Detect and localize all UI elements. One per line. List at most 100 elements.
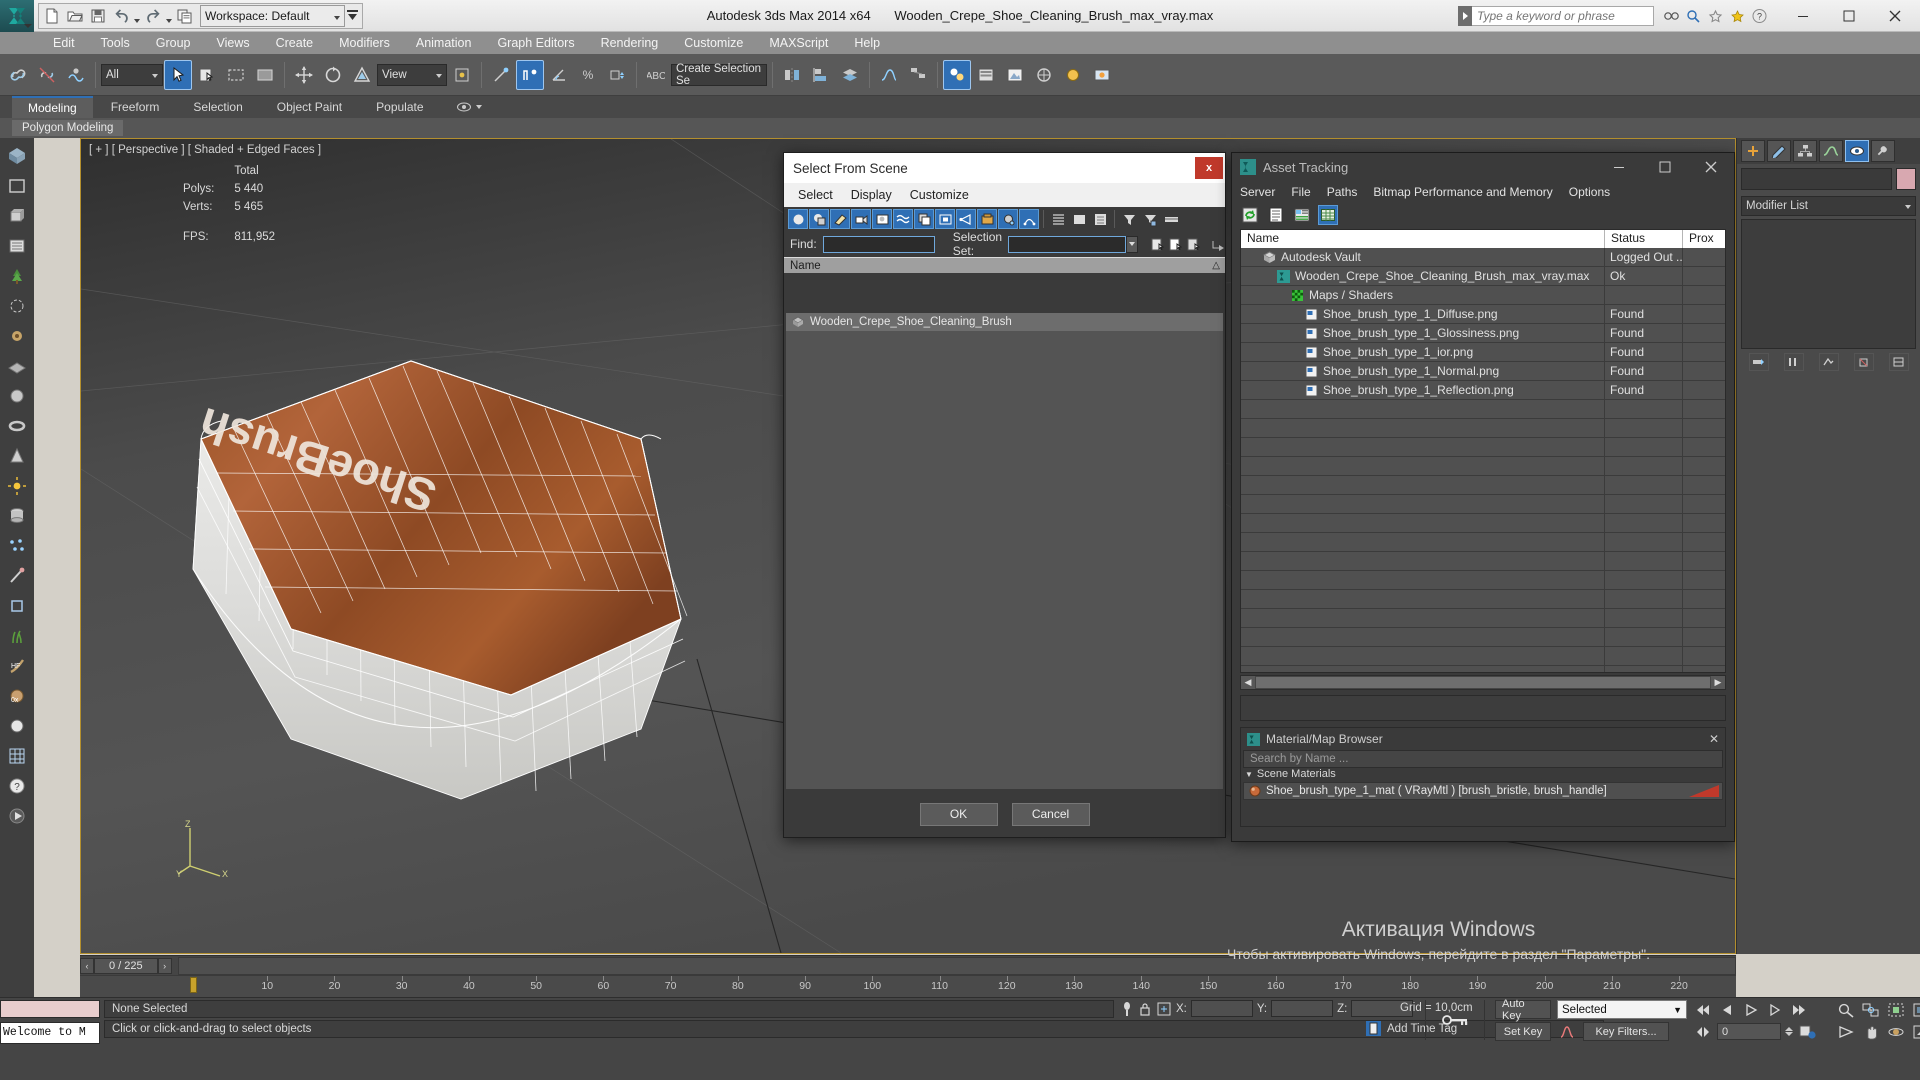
undo-dropdown-caret-icon[interactable]: [133, 5, 141, 27]
help-icon[interactable]: ?: [1749, 6, 1769, 26]
window-crossing-toggle-icon[interactable]: [251, 60, 279, 90]
object-color-swatch[interactable]: [1896, 168, 1916, 190]
menu-rendering[interactable]: Rendering: [588, 34, 672, 52]
table-row-empty[interactable]: [1241, 571, 1725, 590]
key-mode-combo[interactable]: Selected ▼: [1557, 1000, 1687, 1019]
menu-maxscript[interactable]: MAXScript: [756, 34, 841, 52]
table-row-empty[interactable]: [1241, 552, 1725, 571]
orbit-icon[interactable]: [1885, 1022, 1906, 1041]
table-row[interactable]: Wooden_Crepe_Shoe_Cleaning_Brush_max_vra…: [1241, 267, 1725, 286]
timeline-track[interactable]: [177, 956, 1736, 975]
table-row[interactable]: Shoe_brush_type_1_ior.png Found: [1241, 343, 1725, 362]
viewport-label[interactable]: [ + ] [ Perspective ] [ Shaded + Edged F…: [89, 144, 321, 156]
isolate-selection-icon[interactable]: [1120, 1001, 1134, 1017]
show-end-result-icon[interactable]: [1783, 353, 1804, 371]
select-by-name-icon[interactable]: [193, 60, 221, 90]
select-from-scene-close-button[interactable]: x: [1195, 157, 1223, 179]
tool-icon-torus[interactable]: [3, 412, 31, 440]
key-mode-toggle-icon[interactable]: [1692, 1022, 1713, 1041]
tool-icon-grid[interactable]: [3, 742, 31, 770]
at-menu-options[interactable]: Options: [1569, 185, 1610, 199]
menu-tools[interactable]: Tools: [88, 34, 143, 52]
containers-filter-icon[interactable]: [977, 209, 997, 229]
tool-icon-light[interactable]: [3, 472, 31, 500]
select-from-scene-list[interactable]: Wooden_Crepe_Shoe_Cleaning_Brush: [786, 313, 1223, 789]
expand-all-icon[interactable]: [1048, 209, 1068, 229]
set-key-button[interactable]: Set Key: [1495, 1022, 1551, 1041]
material-list-item[interactable]: Shoe_brush_type_1_mat ( VRayMtl ) [brush…: [1243, 782, 1723, 800]
xrefs-filter-icon[interactable]: [935, 209, 955, 229]
tool-icon-gizmo[interactable]: [3, 322, 31, 350]
subscription-icon[interactable]: [1705, 6, 1725, 26]
tool-icon-sphere2[interactable]: [3, 712, 31, 740]
time-ruler[interactable]: 10 20 30 40 50 60 70 80 90 100 110 120 130 140 150 160 1…: [80, 975, 1736, 997]
align-icon[interactable]: [807, 60, 835, 90]
tool-icon-spray[interactable]: [3, 562, 31, 590]
timeline-prev-frame-button[interactable]: ‹: [80, 957, 94, 974]
close-button[interactable]: [1872, 0, 1918, 32]
hierarchy-tab[interactable]: [1793, 140, 1817, 162]
menu-edit[interactable]: Edit: [40, 34, 88, 52]
y-field[interactable]: [1271, 1000, 1334, 1017]
groups-filter-icon[interactable]: [914, 209, 934, 229]
path-editor-icon[interactable]: [1292, 205, 1312, 225]
minimize-button[interactable]: [1780, 0, 1826, 32]
unlink-selection-icon[interactable]: [33, 60, 61, 90]
layer-manager-icon[interactable]: [836, 60, 864, 90]
tool-icon-shapes[interactable]: [3, 172, 31, 200]
render-setup-icon[interactable]: [972, 60, 1000, 90]
asset-col-name[interactable]: Name: [1241, 230, 1605, 248]
table-row-empty[interactable]: [1241, 400, 1725, 419]
key-filters-button[interactable]: Key Filters...: [1583, 1022, 1669, 1041]
geometry-filter-icon[interactable]: [788, 209, 808, 229]
asset-tracking-table[interactable]: Name Status Prox Autodesk Vault Logged O…: [1240, 229, 1726, 673]
field-of-view-icon[interactable]: [1835, 1022, 1856, 1041]
helpers-filter-icon[interactable]: [872, 209, 892, 229]
select-and-scale-icon[interactable]: [348, 60, 376, 90]
ribbon-tab-object-paint[interactable]: Object Paint: [261, 97, 358, 117]
tool-icon-helpers[interactable]: [3, 292, 31, 320]
filter-selected-icon[interactable]: [1140, 209, 1160, 229]
table-row[interactable]: Shoe_brush_type_1_Normal.png Found: [1241, 362, 1725, 381]
tool-icon-object-paint[interactable]: 0x: [3, 682, 31, 710]
infocenter-expand-icon[interactable]: [1458, 5, 1472, 26]
create-tab[interactable]: [1741, 140, 1765, 162]
reference-coordinate-system-combo[interactable]: View: [377, 63, 447, 86]
modifier-stack[interactable]: [1741, 219, 1916, 349]
scroll-right-arrow-icon[interactable]: ▶: [1711, 676, 1725, 689]
display-children-icon[interactable]: [998, 209, 1018, 229]
pick-list-icon[interactable]: [1161, 209, 1181, 229]
grid-view-icon[interactable]: [1318, 205, 1338, 225]
workspace-caret-icon[interactable]: [333, 9, 340, 23]
curve-editor-icon[interactable]: [875, 60, 903, 90]
table-row-empty[interactable]: [1241, 438, 1725, 457]
asset-tracking-dialog[interactable]: Asset Tracking Server File Paths Bitmap …: [1231, 152, 1735, 842]
table-row-empty[interactable]: [1241, 457, 1725, 476]
spinner-snap-icon[interactable]: [603, 60, 631, 90]
rendered-frame-window-icon[interactable]: [1001, 60, 1029, 90]
selection-lock-icon[interactable]: [1138, 1001, 1152, 1017]
redo-icon[interactable]: [142, 5, 164, 27]
table-row-empty[interactable]: [1241, 533, 1725, 552]
list-view-icon[interactable]: [1266, 205, 1286, 225]
tool-icon-helper-dummy[interactable]: [3, 592, 31, 620]
menu-create[interactable]: Create: [263, 34, 327, 52]
table-row-empty[interactable]: [1241, 476, 1725, 495]
sfs-menu-display[interactable]: Display: [851, 188, 892, 202]
next-frame-icon[interactable]: [1764, 1000, 1785, 1019]
remove-modifier-icon[interactable]: [1853, 353, 1874, 371]
material-search-box[interactable]: Search by Name ...: [1243, 750, 1723, 768]
time-slider-handle[interactable]: [190, 977, 197, 993]
material-section-header[interactable]: ▼ Scene Materials: [1241, 768, 1725, 780]
tool-icon-box[interactable]: [3, 202, 31, 230]
select-and-link-icon[interactable]: [4, 60, 32, 90]
tool-icon-grass[interactable]: [3, 622, 31, 650]
refresh-icon[interactable]: [1240, 205, 1260, 225]
configure-sets-icon[interactable]: [1888, 353, 1909, 371]
qat-more-icon[interactable]: [346, 5, 360, 27]
search-input[interactable]: [1472, 5, 1654, 26]
angle-snap-icon[interactable]: [545, 60, 573, 90]
material-map-browser[interactable]: Material/Map Browser ✕ Search by Name ..…: [1240, 727, 1726, 827]
asset-tracking-maximize-button[interactable]: [1642, 153, 1688, 181]
workspace-selector[interactable]: Workspace: Default: [200, 4, 345, 27]
